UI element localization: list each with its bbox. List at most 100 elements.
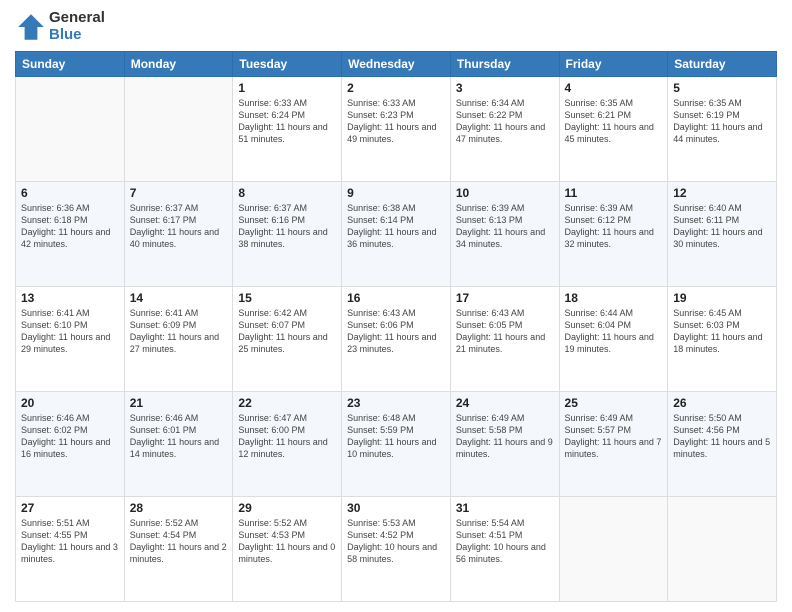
calendar-cell: 14 Sunrise: 6:41 AM Sunset: 6:09 PM Dayli…	[124, 287, 233, 392]
day-number: 18	[565, 291, 663, 305]
day-info: Sunrise: 6:49 AM Sunset: 5:57 PM Dayligh…	[565, 412, 663, 461]
day-info: Sunrise: 6:44 AM Sunset: 6:04 PM Dayligh…	[565, 307, 663, 356]
calendar-cell: 9 Sunrise: 6:38 AM Sunset: 6:14 PM Daylig…	[342, 182, 451, 287]
calendar-cell: 13 Sunrise: 6:41 AM Sunset: 6:10 PM Dayli…	[16, 287, 125, 392]
logo-text: General Blue	[49, 10, 105, 43]
calendar-cell: 3Sunrise: 6:34 AM Sunset: 6:22 PM Daylig…	[450, 77, 559, 182]
day-info: Sunrise: 6:40 AM Sunset: 6:11 PM Dayligh…	[673, 202, 771, 251]
calendar-cell: 17 Sunrise: 6:43 AM Sunset: 6:05 PM Dayli…	[450, 287, 559, 392]
calendar-week-1: 1 Sunrise: 6:33 AM Sunset: 6:24 PM Daylig…	[16, 77, 777, 182]
calendar-cell	[559, 497, 668, 602]
calendar-cell: 30 Sunrise: 5:53 AM Sunset: 4:52 PM Dayli…	[342, 497, 451, 602]
day-number: 10	[456, 186, 554, 200]
calendar-cell	[16, 77, 125, 182]
calendar-cell: 26 Sunrise: 5:50 AM Sunset: 4:56 PM Dayli…	[668, 392, 777, 497]
calendar-week-4: 20Sunrise: 6:46 AM Sunset: 6:02 PM Dayli…	[16, 392, 777, 497]
day-number: 7	[130, 186, 228, 200]
calendar-cell: 29 Sunrise: 5:52 AM Sunset: 4:53 PM Dayli…	[233, 497, 342, 602]
weekday-header-tuesday: Tuesday	[233, 52, 342, 77]
day-number: 11	[565, 186, 663, 200]
day-number: 4	[565, 81, 663, 95]
day-number: 9	[347, 186, 445, 200]
day-info: Sunrise: 6:47 AM Sunset: 6:00 PM Dayligh…	[238, 412, 336, 461]
day-info: Sunrise: 6:37 AM Sunset: 6:17 PM Dayligh…	[130, 202, 228, 251]
day-info: Sunrise: 6:36 AM Sunset: 6:18 PM Dayligh…	[21, 202, 119, 251]
day-info: Sunrise: 5:53 AM Sunset: 4:52 PM Dayligh…	[347, 517, 445, 566]
day-info: Sunrise: 5:50 AM Sunset: 4:56 PM Dayligh…	[673, 412, 771, 461]
day-number: 8	[238, 186, 336, 200]
day-info: Sunrise: 6:39 AM Sunset: 6:13 PM Dayligh…	[456, 202, 554, 251]
calendar-cell: 31 Sunrise: 5:54 AM Sunset: 4:51 PM Dayli…	[450, 497, 559, 602]
day-number: 13	[21, 291, 119, 305]
calendar-cell: 16 Sunrise: 6:43 AM Sunset: 6:06 PM Dayli…	[342, 287, 451, 392]
day-info: Sunrise: 6:41 AM Sunset: 6:09 PM Dayligh…	[130, 307, 228, 356]
day-info: Sunrise: 5:52 AM Sunset: 4:53 PM Dayligh…	[238, 517, 336, 566]
day-number: 25	[565, 396, 663, 410]
day-info: Sunrise: 6:43 AM Sunset: 6:06 PM Dayligh…	[347, 307, 445, 356]
day-info: Sunrise: 6:42 AM Sunset: 6:07 PM Dayligh…	[238, 307, 336, 356]
day-info: Sunrise: 6:39 AM Sunset: 6:12 PM Dayligh…	[565, 202, 663, 251]
day-number: 2	[347, 81, 445, 95]
calendar-cell: 15 Sunrise: 6:42 AM Sunset: 6:07 PM Dayli…	[233, 287, 342, 392]
day-number: 16	[347, 291, 445, 305]
calendar-cell	[668, 497, 777, 602]
day-number: 26	[673, 396, 771, 410]
day-info: Sunrise: 6:43 AM Sunset: 6:05 PM Dayligh…	[456, 307, 554, 356]
calendar-cell: 12 Sunrise: 6:40 AM Sunset: 6:11 PM Dayli…	[668, 182, 777, 287]
calendar-cell: 11 Sunrise: 6:39 AM Sunset: 6:12 PM Dayli…	[559, 182, 668, 287]
calendar-week-2: 6 Sunrise: 6:36 AM Sunset: 6:18 PM Daylig…	[16, 182, 777, 287]
weekday-header-monday: Monday	[124, 52, 233, 77]
day-number: 6	[21, 186, 119, 200]
day-number: 23	[347, 396, 445, 410]
day-number: 15	[238, 291, 336, 305]
weekday-header-saturday: Saturday	[668, 52, 777, 77]
day-info: Sunrise: 6:41 AM Sunset: 6:10 PM Dayligh…	[21, 307, 119, 356]
weekday-header-thursday: Thursday	[450, 52, 559, 77]
calendar-cell	[124, 77, 233, 182]
day-info: Sunrise: 6:33 AM Sunset: 6:23 PM Dayligh…	[347, 97, 445, 146]
calendar-cell: 23Sunrise: 6:48 AM Sunset: 5:59 PM Dayli…	[342, 392, 451, 497]
day-number: 1	[238, 81, 336, 95]
calendar-cell: 27 Sunrise: 5:51 AM Sunset: 4:55 PM Dayli…	[16, 497, 125, 602]
day-info: Sunrise: 5:51 AM Sunset: 4:55 PM Dayligh…	[21, 517, 119, 566]
day-number: 17	[456, 291, 554, 305]
weekday-header-wednesday: Wednesday	[342, 52, 451, 77]
day-number: 24	[456, 396, 554, 410]
day-number: 14	[130, 291, 228, 305]
calendar-cell: 20Sunrise: 6:46 AM Sunset: 6:02 PM Dayli…	[16, 392, 125, 497]
calendar-cell: 10 Sunrise: 6:39 AM Sunset: 6:13 PM Dayli…	[450, 182, 559, 287]
day-info: Sunrise: 6:35 AM Sunset: 6:21 PM Dayligh…	[565, 97, 663, 146]
day-info: Sunrise: 5:52 AM Sunset: 4:54 PM Dayligh…	[130, 517, 228, 566]
calendar-cell: 22 Sunrise: 6:47 AM Sunset: 6:00 PM Dayli…	[233, 392, 342, 497]
calendar-week-3: 13 Sunrise: 6:41 AM Sunset: 6:10 PM Dayli…	[16, 287, 777, 392]
day-info: Sunrise: 6:38 AM Sunset: 6:14 PM Dayligh…	[347, 202, 445, 251]
day-info: Sunrise: 6:45 AM Sunset: 6:03 PM Dayligh…	[673, 307, 771, 356]
calendar-cell: 7 Sunrise: 6:37 AM Sunset: 6:17 PM Daylig…	[124, 182, 233, 287]
calendar-cell: 2 Sunrise: 6:33 AM Sunset: 6:23 PM Daylig…	[342, 77, 451, 182]
day-number: 12	[673, 186, 771, 200]
day-number: 20	[21, 396, 119, 410]
day-info: Sunrise: 6:33 AM Sunset: 6:24 PM Dayligh…	[238, 97, 336, 146]
day-info: Sunrise: 6:37 AM Sunset: 6:16 PM Dayligh…	[238, 202, 336, 251]
weekday-header-sunday: Sunday	[16, 52, 125, 77]
calendar-cell: 28 Sunrise: 5:52 AM Sunset: 4:54 PM Dayli…	[124, 497, 233, 602]
calendar-cell: 18 Sunrise: 6:44 AM Sunset: 6:04 PM Dayli…	[559, 287, 668, 392]
day-number: 31	[456, 501, 554, 515]
day-number: 19	[673, 291, 771, 305]
page: General Blue SundayMondayTuesdayWednesda…	[0, 0, 792, 612]
day-info: Sunrise: 6:49 AM Sunset: 5:58 PM Dayligh…	[456, 412, 554, 461]
calendar-cell: 19 Sunrise: 6:45 AM Sunset: 6:03 PM Dayli…	[668, 287, 777, 392]
weekday-header-friday: Friday	[559, 52, 668, 77]
calendar-cell: 24 Sunrise: 6:49 AM Sunset: 5:58 PM Dayli…	[450, 392, 559, 497]
day-number: 29	[238, 501, 336, 515]
day-info: Sunrise: 6:46 AM Sunset: 6:01 PM Dayligh…	[130, 412, 228, 461]
day-number: 22	[238, 396, 336, 410]
calendar-cell: 25 Sunrise: 6:49 AM Sunset: 5:57 PM Dayli…	[559, 392, 668, 497]
logo: General Blue	[15, 10, 105, 43]
day-number: 30	[347, 501, 445, 515]
day-number: 28	[130, 501, 228, 515]
day-number: 27	[21, 501, 119, 515]
logo-icon	[15, 11, 47, 43]
calendar-cell: 5Sunrise: 6:35 AM Sunset: 6:19 PM Daylig…	[668, 77, 777, 182]
day-info: Sunrise: 5:54 AM Sunset: 4:51 PM Dayligh…	[456, 517, 554, 566]
